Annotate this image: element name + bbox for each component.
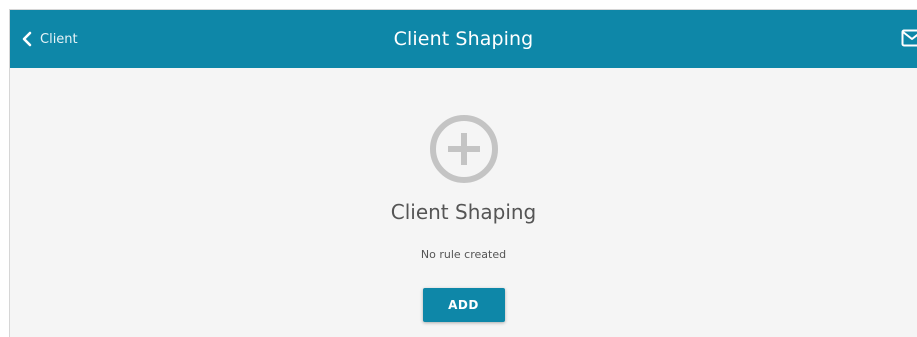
- page-title: Client Shaping: [393, 28, 534, 50]
- circle-plus-icon: [429, 114, 499, 184]
- envelope-icon[interactable]: [901, 29, 917, 51]
- app-window: Client Client Shaping Client Shaping No …: [9, 9, 917, 337]
- empty-state-message: No rule created: [420, 248, 507, 261]
- empty-state-heading: Client Shaping: [390, 200, 537, 224]
- add-button[interactable]: ADD: [422, 288, 505, 322]
- empty-state: Client Shaping No rule created ADD: [10, 68, 917, 337]
- top-bar: Client Client Shaping: [10, 10, 917, 68]
